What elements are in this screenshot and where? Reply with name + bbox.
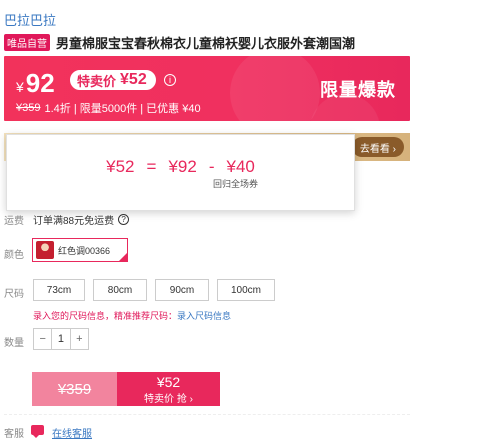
size-info-link[interactable]: 录入尺码信息 bbox=[177, 311, 231, 321]
quantity-input[interactable]: 1 bbox=[51, 329, 71, 349]
base-price: ¥92 bbox=[168, 157, 197, 176]
divider bbox=[4, 414, 410, 415]
limited-hot-badge: 限量爆款 bbox=[320, 80, 396, 100]
color-label: 颜色 bbox=[4, 250, 24, 261]
discount-details: 1.4折 | 限量5000件 | 已优惠 ¥40 bbox=[44, 103, 201, 115]
buy-label: 特卖价 抢 › bbox=[144, 393, 193, 405]
size-options: 73cm 80cm 90cm 100cm bbox=[33, 279, 283, 301]
price-equation: ¥52 = ¥92- ¥40 bbox=[106, 157, 255, 176]
size-option[interactable]: 80cm bbox=[93, 279, 147, 301]
size-option[interactable]: 90cm bbox=[155, 279, 209, 301]
banner-decoration bbox=[230, 56, 320, 121]
size-label: 尺码 bbox=[4, 289, 24, 300]
product-title: 男童棉服宝宝春秋棉衣儿童棉袄婴儿衣服外套潮国潮 bbox=[56, 35, 356, 51]
coupon-discount: ¥40 bbox=[226, 157, 255, 176]
special-price-label: 特卖价 bbox=[77, 73, 117, 89]
shipping-label: 运费 bbox=[4, 216, 24, 227]
price-banner: ¥ 92 特卖价 ¥52 i ¥359 1.4折 | 限量5000件 | 已优惠… bbox=[4, 56, 410, 121]
buy-original-price: ¥359 bbox=[32, 372, 117, 406]
size-hint: 录入您的尺码信息，精准推荐尺码：录入尺码信息 bbox=[33, 311, 232, 321]
current-price: ¥ 92 bbox=[16, 68, 55, 98]
info-icon[interactable]: i bbox=[164, 74, 176, 86]
chat-icon bbox=[31, 425, 44, 438]
online-service-link[interactable]: 在线客服 bbox=[52, 425, 92, 440]
quantity-stepper: − 1 + bbox=[33, 328, 89, 350]
size-option[interactable]: 100cm bbox=[217, 279, 275, 301]
buy-button[interactable]: ¥359 ¥52 特卖价 抢 › bbox=[32, 372, 220, 406]
color-thumbnail bbox=[36, 241, 54, 259]
selected-check-icon bbox=[118, 252, 128, 262]
price-details: ¥359 1.4折 | 限量5000件 | 已优惠 ¥40 bbox=[16, 100, 201, 116]
original-price: ¥359 bbox=[16, 102, 41, 114]
coupon-note: 回归全场券 bbox=[213, 179, 259, 189]
increase-button[interactable]: + bbox=[71, 329, 88, 349]
quantity-label: 数量 bbox=[4, 338, 24, 349]
price-value: 92 bbox=[25, 68, 55, 98]
special-price-value: ¥52 bbox=[120, 71, 147, 88]
color-option-label: 红色调00366 bbox=[58, 245, 111, 256]
self-operated-badge: 唯品自营 bbox=[4, 33, 50, 51]
final-price: ¥52 bbox=[106, 157, 135, 176]
special-price-tag: 特卖价 ¥52 bbox=[70, 70, 156, 90]
size-option[interactable]: 73cm bbox=[33, 279, 85, 301]
buy-price: ¥52 bbox=[156, 373, 181, 390]
help-icon[interactable]: ? bbox=[118, 214, 130, 225]
service-label: 客服 bbox=[4, 429, 24, 440]
product-title-row: 唯品自营 男童棉服宝宝春秋棉衣儿童棉袄婴儿衣服外套潮国潮 bbox=[4, 33, 474, 51]
shipping-info: 订单满88元免运费 ? bbox=[33, 212, 130, 227]
buy-now-button[interactable]: ¥52 特卖价 抢 › bbox=[117, 372, 220, 406]
brand-name[interactable]: 巴拉巴拉 bbox=[4, 10, 56, 29]
decrease-button[interactable]: − bbox=[34, 329, 51, 349]
price-breakdown-popup: ¥52 = ¥92- ¥40 回归全场券 bbox=[6, 134, 355, 211]
color-option[interactable]: 红色调00366 bbox=[32, 238, 128, 262]
go-see-button[interactable]: 去看看 › bbox=[351, 137, 404, 157]
